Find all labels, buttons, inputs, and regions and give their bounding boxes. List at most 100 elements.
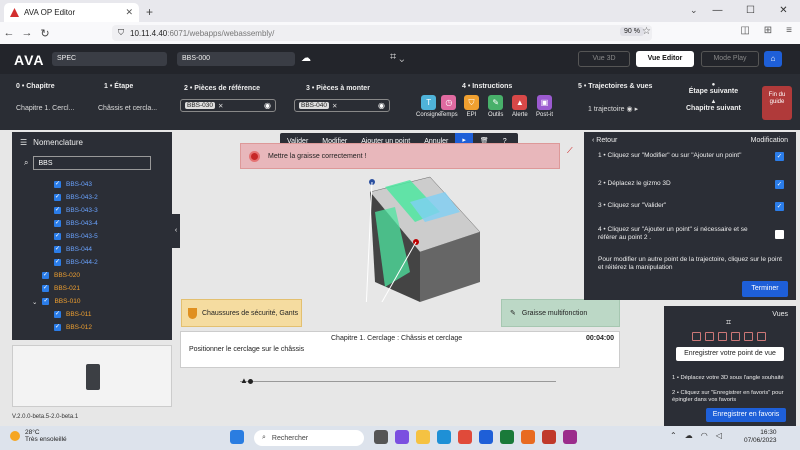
taskbar-search[interactable]: ⌕ Rechercher (254, 430, 364, 446)
saved-view-icon[interactable] (692, 332, 701, 341)
tree-item[interactable]: ✓ BBS-043-4 (12, 217, 172, 230)
maximize-icon[interactable]: ☐ (734, 0, 767, 22)
instruction-outils[interactable]: ✎ Outils (488, 95, 503, 118)
axis-gizmo-icon[interactable]: ⟋ (567, 146, 573, 156)
bookmark-star-icon[interactable]: ☆ (642, 26, 651, 37)
extensions-icon[interactable]: ⊞ (764, 25, 772, 36)
tree-checkbox[interactable]: ✓ (54, 233, 61, 240)
taskview-icon[interactable] (374, 430, 388, 444)
fin-du-guide-button[interactable]: Fin du guide (762, 86, 792, 120)
teams-icon[interactable] (395, 430, 409, 444)
tree-checkbox[interactable]: ✓ (54, 207, 61, 214)
tree-item[interactable]: ✓ BBS-043 (12, 178, 172, 191)
app-icon[interactable] (563, 430, 577, 444)
pocket-icon[interactable]: ◫ (740, 25, 749, 36)
browser-tab[interactable]: AVA OP Editor ✕ (4, 3, 139, 22)
address-bar[interactable]: ⛉ 10.11.4.40:6071/webapps/webassembly/ (112, 25, 652, 41)
collapse-panel-icon[interactable]: ‹ (172, 214, 180, 248)
cloud-icon[interactable]: ☁ (685, 431, 693, 440)
chapitre-selector[interactable]: 0 • Chapitre Chapitre 1. Cercl... (16, 83, 74, 112)
tree-item[interactable]: ✓ BBS-043-5 (12, 230, 172, 243)
volume-icon[interactable]: ◁ (716, 431, 722, 440)
tree-item[interactable]: ✓ BBS-011 (12, 308, 172, 321)
spec-field[interactable]: SPEC (52, 52, 167, 66)
reload-icon[interactable]: ↻ (36, 27, 54, 40)
edge-icon[interactable] (437, 430, 451, 444)
hamburger-icon[interactable]: ☰ (20, 138, 27, 147)
remove-chip-icon[interactable]: ✕ (218, 102, 223, 110)
chevron-up-icon[interactable]: ⌃ (670, 431, 677, 440)
timeline-start-marker[interactable]: ▲ (240, 376, 248, 385)
tree-checkbox[interactable]: ✓ (42, 285, 49, 292)
timeline-track[interactable] (240, 381, 556, 382)
terminer-button[interactable]: Terminer (742, 281, 788, 297)
close-window-icon[interactable]: ✕ (767, 0, 800, 22)
mode-play-button[interactable]: Mode Play (701, 51, 759, 67)
tree-item[interactable]: ✓ BBS-020 (12, 269, 172, 282)
retour-button[interactable]: ‹ Retour (592, 137, 617, 144)
tree-item[interactable]: ⌄ ✓ BBS-010 (12, 295, 172, 308)
step-checkbox[interactable]: ✓ (775, 180, 784, 189)
saved-view-icon[interactable] (731, 332, 740, 341)
back-icon[interactable]: ← (0, 27, 18, 39)
minimize-icon[interactable]: — (701, 0, 734, 22)
ref-pieces-field[interactable]: BBS-030 ✕ ◉ (180, 99, 276, 112)
wifi-icon[interactable]: ◠ (701, 431, 708, 440)
step-checkbox[interactable]: ✓ (775, 152, 784, 161)
save-favorites-button[interactable]: Enregistrer en favoris (706, 408, 786, 422)
tree-checkbox[interactable]: ✓ (42, 298, 50, 305)
instruction-temps[interactable]: ◷ Temps (440, 95, 458, 118)
tree-checkbox[interactable]: ✓ (54, 181, 61, 188)
step-checkbox[interactable]: ✓ (775, 202, 784, 211)
tree-item[interactable]: ✓ BBS-021 (12, 282, 172, 295)
tree-item[interactable]: ✓ BBS-012 (12, 321, 172, 334)
home-icon[interactable]: ⌂ (764, 51, 782, 67)
zoom-level[interactable]: 90 % (620, 27, 644, 36)
tree-item[interactable]: ✓ BBS-043-3 (12, 204, 172, 217)
weather-widget[interactable]: 28°C Très ensoleillé (10, 429, 67, 443)
new-tab-icon[interactable]: + (146, 5, 153, 19)
clock[interactable]: 16:30 07/06/2023 (744, 429, 777, 445)
chevron-down-icon[interactable]: ⌄ (32, 298, 37, 306)
firefox-icon[interactable] (521, 430, 535, 444)
eye-icon[interactable]: ◉ (264, 101, 271, 110)
tree-item[interactable]: ✓ BBS-044 (12, 243, 172, 256)
assembly-field[interactable]: BBS-000 (177, 52, 295, 66)
model-thumbnail[interactable] (12, 345, 172, 407)
instruction-epi[interactable]: ⛉ EPI (464, 95, 479, 118)
remove-chip-icon[interactable]: ✕ (332, 102, 337, 110)
saved-view-icon[interactable] (718, 332, 727, 341)
eye-icon[interactable]: ◉ ▸ (627, 106, 639, 113)
excel-icon[interactable] (500, 430, 514, 444)
saved-view-icon[interactable] (705, 332, 714, 341)
tree-checkbox[interactable]: ✓ (54, 324, 61, 331)
windows-start-icon[interactable] (230, 430, 244, 444)
saved-view-icon[interactable] (757, 332, 766, 341)
forward-icon[interactable]: → (18, 27, 36, 39)
menu-icon[interactable]: ≡ (786, 25, 792, 36)
outlook-icon[interactable] (479, 430, 493, 444)
tree-checkbox[interactable]: ✓ (54, 311, 61, 318)
eye-icon[interactable]: ◉ (378, 101, 385, 110)
list-tabs-icon[interactable]: ⌄ (690, 5, 698, 16)
instruction-alerte[interactable]: ▲ Alerte (512, 95, 528, 118)
vue-3d-button[interactable]: Vue 3D (578, 51, 630, 67)
timeline-point[interactable] (248, 379, 253, 384)
assembly-model[interactable] (350, 172, 490, 302)
saved-view-icon[interactable] (744, 332, 753, 341)
tree-item[interactable]: ✓ BBS-044-2 (12, 256, 172, 269)
chapitre-suivant-button[interactable]: Chapitre suivant (686, 105, 741, 112)
tree-checkbox[interactable]: ✓ (54, 220, 61, 227)
instruction-consigne[interactable]: T Consigne (416, 95, 441, 118)
monter-pieces-field[interactable]: BBS-040 ✕ ◉ (294, 99, 390, 112)
instruction-post-it[interactable]: ▣ Post-it (536, 95, 553, 118)
scan-icon[interactable]: ⌗ ⌄ (390, 51, 404, 64)
close-tab-icon[interactable]: ✕ (125, 7, 133, 18)
app-icon[interactable] (542, 430, 556, 444)
trajectoires-selector[interactable]: 5 • Trajectoires & vues 1 trajectoire ◉ … (578, 83, 652, 113)
etape-selector[interactable]: 1 • Étape Châssis et cercla... (98, 83, 157, 112)
tree-checkbox[interactable]: ✓ (54, 194, 61, 201)
site-info-icon[interactable]: ⛉ (118, 28, 124, 38)
etape-suivante-button[interactable]: Étape suivante (686, 88, 741, 95)
vue-editor-button[interactable]: Vue Editor (636, 51, 694, 67)
